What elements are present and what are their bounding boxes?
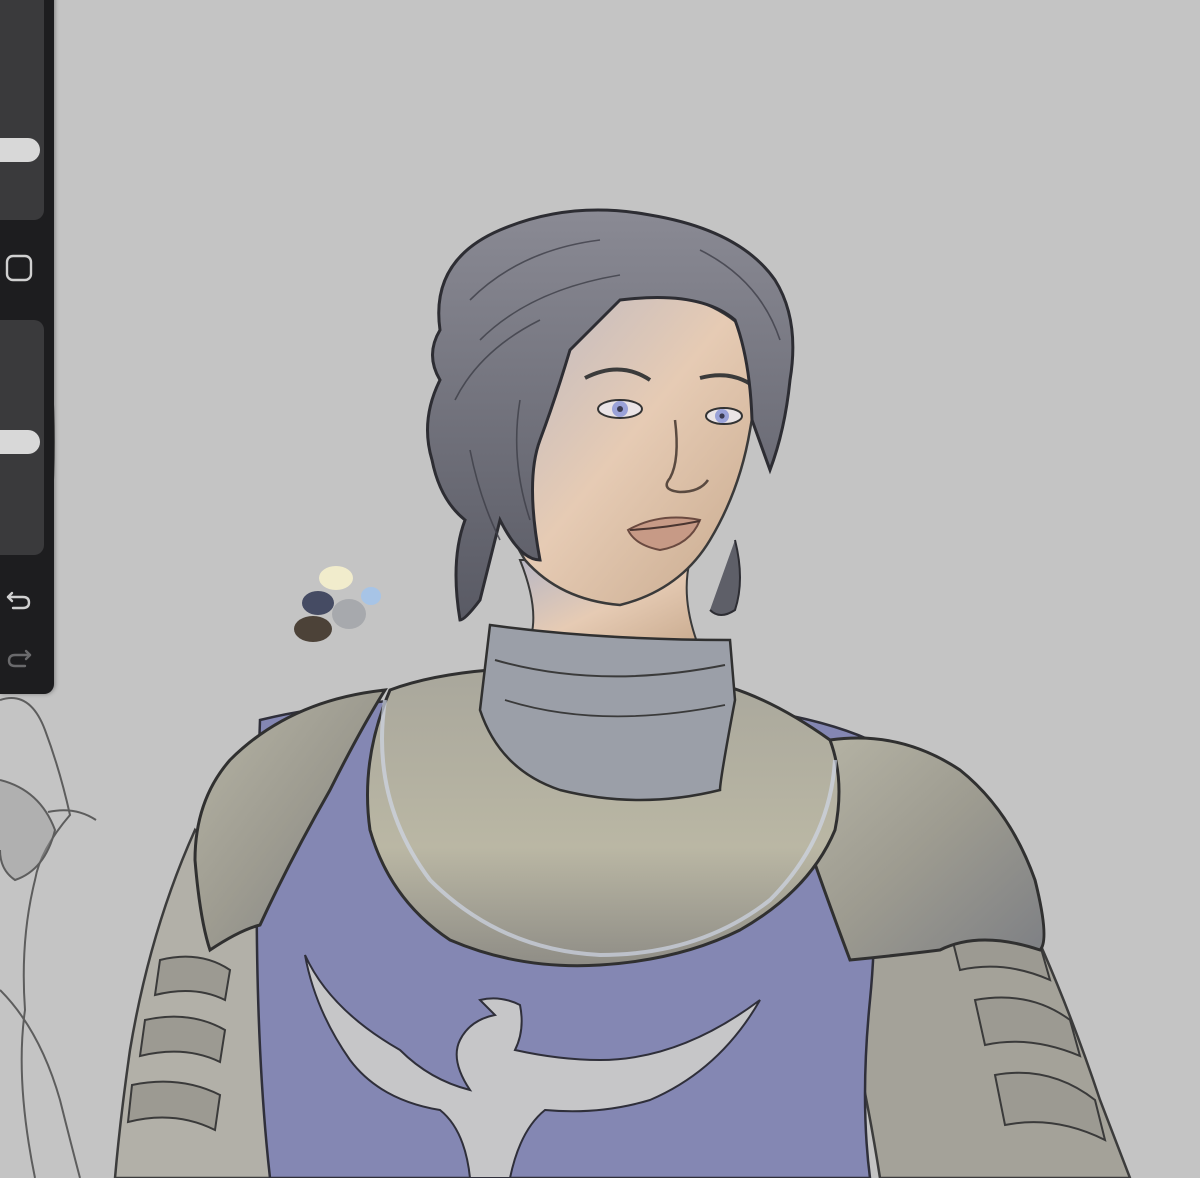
color-swatches — [294, 566, 381, 642]
sidebar — [0, 0, 54, 694]
brush-size-slider[interactable] — [0, 0, 44, 220]
opacity-slider-thumb[interactable] — [0, 430, 40, 454]
swatch-light-blue — [361, 587, 381, 605]
swatch-cream — [319, 566, 353, 590]
swatch-navy — [302, 591, 334, 615]
opacity-slider[interactable] — [0, 320, 44, 555]
modify-button[interactable] — [2, 251, 36, 285]
drawing-canvas[interactable] — [0, 0, 1200, 1178]
square-icon — [5, 254, 33, 282]
swatch-gray — [332, 599, 366, 629]
swatch-brown — [294, 616, 332, 642]
undo-button[interactable] — [2, 582, 36, 616]
artwork-knight-portrait — [0, 208, 1132, 1178]
redo-button[interactable] — [2, 640, 36, 674]
redo-icon — [7, 649, 32, 668]
brush-size-slider-thumb[interactable] — [0, 138, 40, 162]
undo-icon — [6, 591, 31, 610]
